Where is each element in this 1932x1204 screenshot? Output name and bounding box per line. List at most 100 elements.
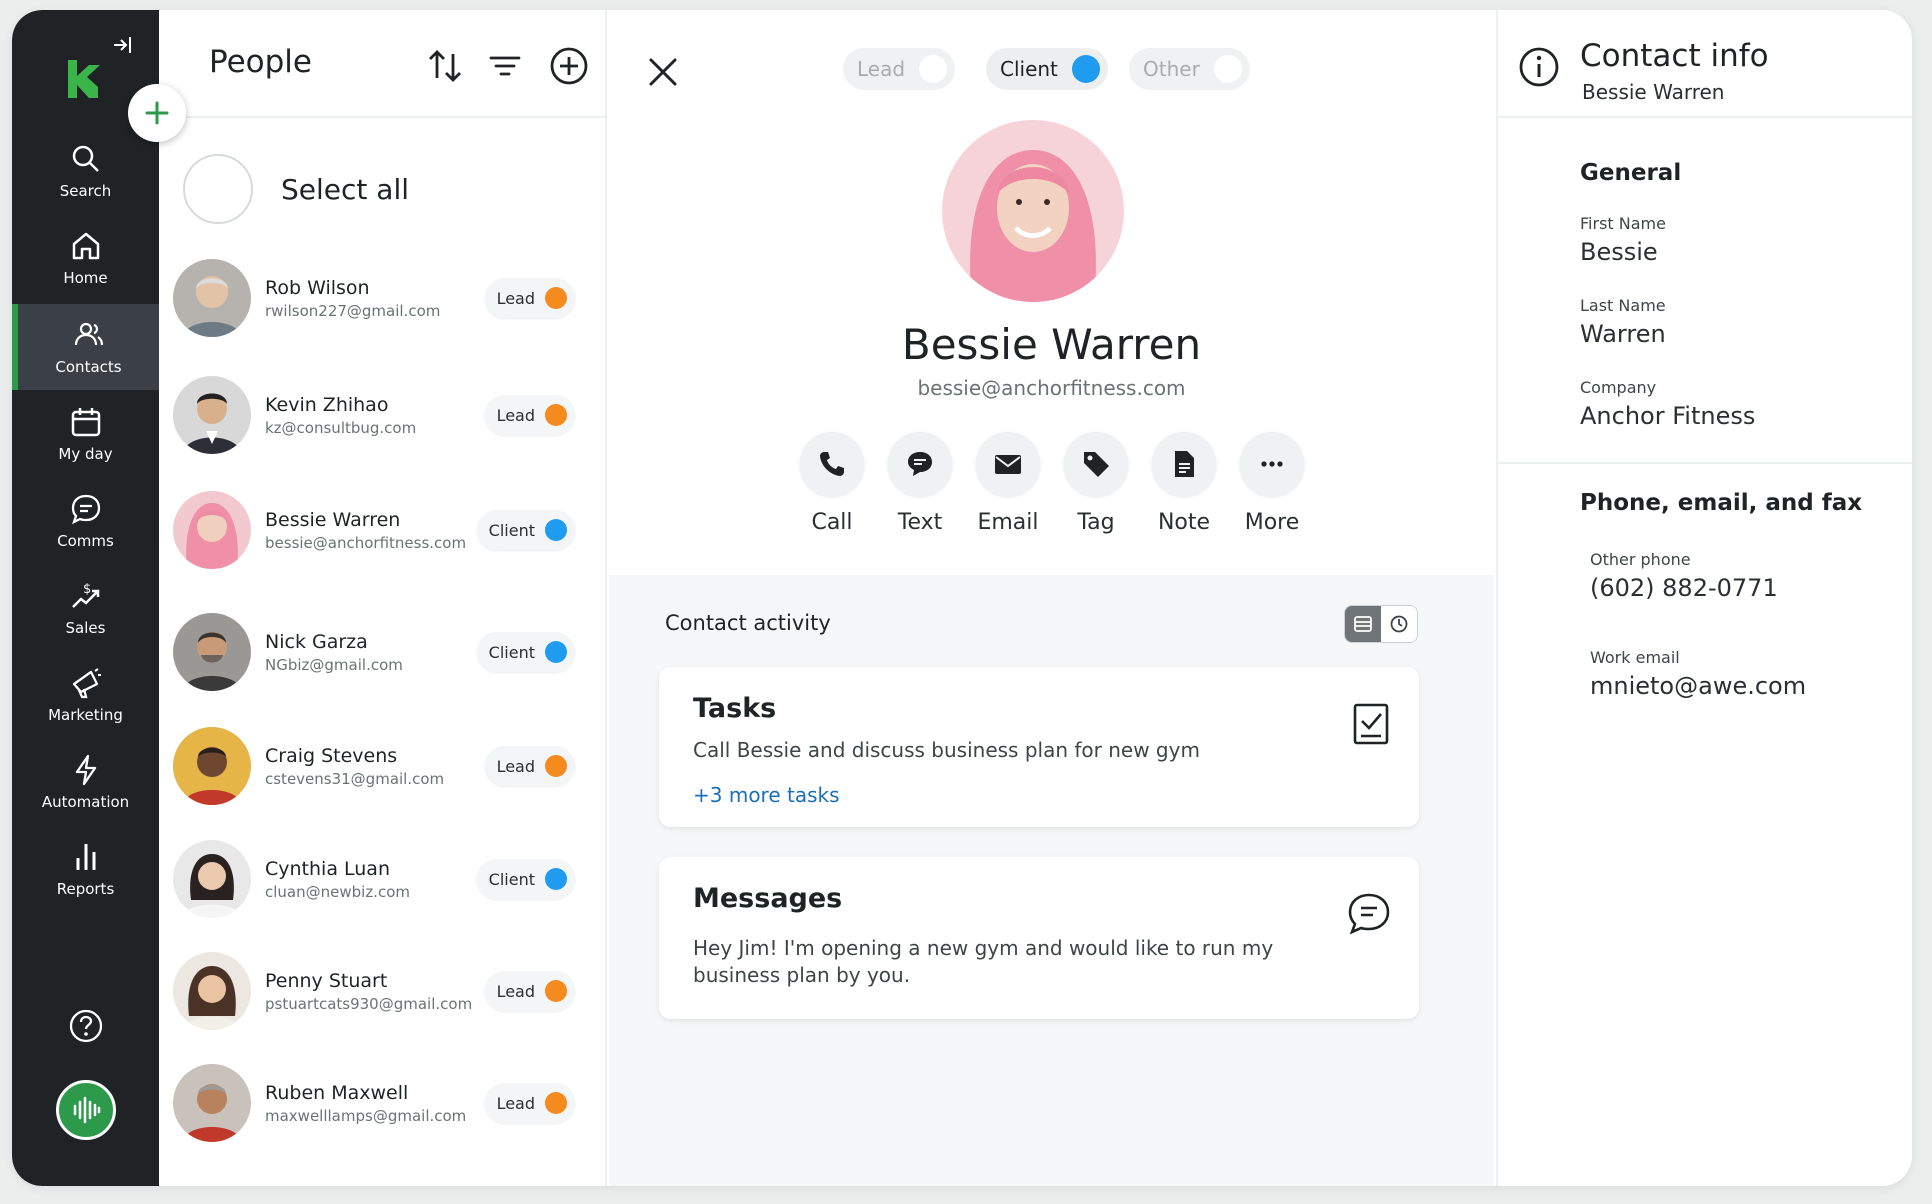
bar-chart-icon — [76, 844, 95, 870]
status-toggle-lead[interactable]: Lead — [843, 48, 956, 90]
sidebar-item-reports[interactable]: Reports — [12, 826, 159, 912]
company-value[interactable]: Anchor Fitness — [1580, 402, 1755, 430]
svg-text:$: $ — [83, 582, 91, 597]
status-badge: Client — [476, 859, 575, 899]
voice-assistant-button[interactable] — [56, 1080, 116, 1140]
sidebar-item-contacts[interactable]: Contacts — [12, 304, 159, 390]
status-badge: Lead — [484, 746, 575, 786]
sidebar: Search Home Contacts My day Comms $ Sale… — [12, 10, 159, 1186]
tag-icon — [1084, 452, 1109, 477]
contact-name-heading: Bessie Warren — [901, 320, 1202, 369]
avatar — [173, 840, 251, 918]
work-email-label: Work email — [1590, 648, 1680, 667]
sidebar-item-automation[interactable]: Automation — [12, 739, 159, 825]
filter-icon[interactable] — [485, 46, 525, 86]
sidebar-item-label: Contacts — [55, 358, 122, 376]
message-preview-line-2: business plan by you. — [693, 963, 911, 987]
status-dot — [545, 287, 567, 309]
general-section-title: General — [1580, 160, 1682, 186]
section-divider — [1498, 462, 1912, 464]
contact-row[interactable]: Craig Stevens cstevens31@gmail.com Lead — [173, 722, 593, 810]
sort-icon[interactable] — [425, 46, 465, 86]
note-icon — [1175, 451, 1194, 477]
first-name-value[interactable]: Bessie — [1580, 238, 1658, 266]
contact-row[interactable]: Cynthia Luan cluan@newbiz.com Client — [173, 835, 593, 923]
app-window: Search Home Contacts My day Comms $ Sale… — [12, 10, 1912, 1186]
select-all-checkbox[interactable] — [183, 154, 253, 224]
avatar — [173, 952, 251, 1030]
collapse-sidebar-icon[interactable] — [112, 34, 134, 62]
sidebar-item-marketing[interactable]: Marketing — [12, 652, 159, 738]
contact-row[interactable]: Nick Garza NGbiz@gmail.com Client — [173, 608, 593, 696]
tasks-title: Tasks — [693, 693, 777, 724]
sidebar-item-label: Search — [59, 182, 112, 200]
sidebar-item-label: Comms — [57, 532, 114, 550]
email-button[interactable]: Email — [963, 432, 1053, 535]
contact-row[interactable]: Ruben Maxwell maxwelllamps@gmail.com Lead — [173, 1059, 593, 1147]
sales-icon: $ — [71, 582, 99, 608]
status-badge: Lead — [484, 395, 575, 435]
message-preview-line-1: Hey Jim! I'm opening a new gym and would… — [693, 936, 1274, 960]
sidebar-item-home[interactable]: Home — [12, 215, 159, 301]
sidebar-item-search[interactable]: Search — [12, 128, 159, 214]
avatar — [173, 376, 251, 454]
quick-add-button[interactable] — [128, 84, 186, 142]
close-icon[interactable] — [647, 56, 679, 88]
people-panel: People Select all Rob Wilson rwilson227@g… — [159, 10, 607, 1186]
tasks-card[interactable]: Tasks Call Bessie and discuss business p… — [659, 667, 1419, 827]
status-badge: Lead — [484, 278, 575, 318]
clipboard-check-icon — [1353, 703, 1389, 745]
sidebar-item-label: Sales — [65, 619, 106, 637]
contact-row[interactable]: Penny Stuart pstuartcats930@gmail.com Lea… — [173, 947, 593, 1035]
more-tasks-link[interactable]: +3 more tasks — [693, 783, 840, 807]
avatar — [173, 259, 251, 337]
status-badge: Lead — [484, 1083, 575, 1123]
activity-view-toggle[interactable] — [1344, 605, 1418, 643]
home-icon — [72, 232, 99, 260]
status-dot — [545, 755, 567, 777]
call-button[interactable]: Call — [787, 432, 877, 535]
sidebar-item-label: Reports — [56, 880, 115, 898]
select-all-label: Select all — [281, 172, 409, 206]
list-view-icon[interactable] — [1345, 606, 1381, 642]
work-email-value[interactable]: mnieto@awe.com — [1590, 672, 1806, 700]
note-button[interactable]: Note — [1139, 432, 1229, 535]
text-button[interactable]: Text — [875, 432, 965, 535]
tag-button[interactable]: Tag — [1051, 432, 1141, 535]
people-header: People — [159, 10, 605, 118]
avatar — [173, 613, 251, 691]
status-dot — [545, 641, 567, 663]
more-icon — [1261, 461, 1283, 467]
search-icon — [72, 145, 99, 172]
contact-row[interactable]: Rob Wilson rwilson227@gmail.com Lead — [173, 254, 593, 342]
add-contact-icon[interactable] — [549, 46, 589, 86]
plus-icon — [145, 101, 169, 125]
status-dot — [545, 868, 567, 890]
help-icon[interactable] — [68, 1008, 104, 1048]
select-all-row[interactable]: Select all — [183, 154, 409, 224]
status-dot — [545, 1092, 567, 1114]
contact-row[interactable]: Bessie Warren bessie@anchorfitness.com Cl… — [173, 486, 593, 574]
sidebar-item-label: Automation — [41, 793, 130, 811]
task-description: Call Bessie and discuss business plan fo… — [693, 738, 1200, 762]
status-toggle-client[interactable]: Client — [986, 48, 1108, 90]
last-name-label: Last Name — [1580, 296, 1666, 315]
people-title: People — [209, 44, 312, 80]
megaphone-icon — [72, 668, 101, 699]
message-icon — [908, 452, 932, 476]
contact-row[interactable]: Kevin Zhihao kz@consultbug.com Lead — [173, 371, 593, 459]
more-button[interactable]: More — [1227, 432, 1317, 535]
status-dot — [545, 404, 567, 426]
last-name-value[interactable]: Warren — [1580, 320, 1666, 348]
timeline-view-icon[interactable] — [1381, 606, 1417, 642]
contact-info-subtitle: Bessie Warren — [1582, 80, 1725, 104]
sidebar-item-comms[interactable]: Comms — [12, 478, 159, 564]
other-phone-value[interactable]: (602) 882-0771 — [1590, 574, 1778, 602]
sidebar-item-sales[interactable]: $ Sales — [12, 565, 159, 651]
messages-card[interactable]: Messages Hey Jim! I'm opening a new gym … — [659, 857, 1419, 1019]
contact-avatar — [942, 120, 1124, 302]
status-toggle-other[interactable]: Other — [1129, 48, 1250, 90]
chat-bubble-icon — [1348, 893, 1390, 935]
sidebar-item-my-day[interactable]: My day — [12, 391, 159, 477]
activity-title: Contact activity — [665, 611, 831, 635]
